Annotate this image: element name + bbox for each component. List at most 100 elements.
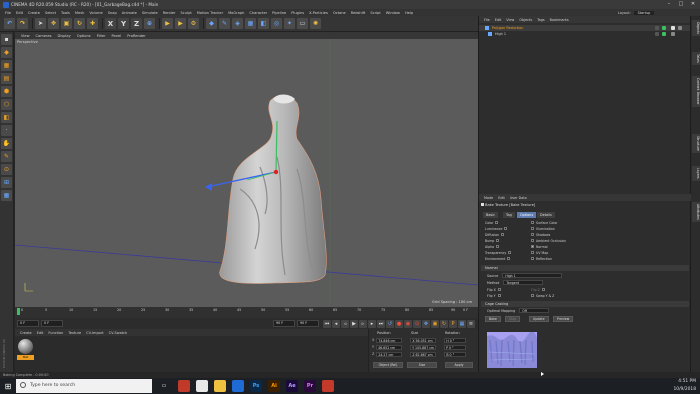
check-reflection[interactable]: Reflection	[531, 256, 552, 261]
om-menu-file[interactable]: File	[484, 18, 490, 22]
menu-mograph[interactable]: MoGraph	[228, 11, 244, 15]
polygons-mode-icon[interactable]: ◧	[1, 112, 12, 123]
render-settings-icon[interactable]: ⚙	[188, 18, 199, 29]
tab-content-browser[interactable]: Content Browser	[692, 76, 700, 107]
texture-mode-icon[interactable]: ▦	[1, 60, 12, 71]
menu-tools[interactable]: Tools	[61, 11, 70, 15]
menu-plugins[interactable]: Plugins	[291, 11, 304, 15]
checkbox[interactable]	[531, 251, 534, 254]
om-menu-objects[interactable]: Objects	[519, 18, 532, 22]
checkbox[interactable]	[508, 251, 512, 254]
normal-map-preview[interactable]	[487, 332, 537, 368]
check-bump[interactable]: Bump	[485, 238, 500, 243]
object-origin-point[interactable]	[273, 169, 279, 175]
rotation-b-field[interactable]: B 0 °	[444, 351, 467, 357]
object-name[interactable]: High 1	[495, 32, 506, 36]
select-arrow-icon[interactable]: ➤	[35, 18, 46, 29]
taskbar-search-input[interactable]: Type here to search	[16, 379, 152, 393]
texture-tag-icon[interactable]	[678, 26, 682, 30]
check-ambient-occlusion[interactable]: Ambient Occlusion	[531, 238, 566, 243]
menu-animate[interactable]: Animate	[122, 11, 137, 15]
goto-end-icon[interactable]: ⏭	[377, 319, 385, 328]
checkbox[interactable]	[531, 239, 534, 242]
material-menu-edit[interactable]: Edit	[37, 331, 44, 335]
om-menu-view[interactable]: View	[506, 18, 514, 22]
move-key-icon[interactable]: ✥	[422, 319, 430, 328]
redo-icon[interactable]: ↷	[17, 18, 28, 29]
om-menu-edit[interactable]: Edit	[495, 18, 502, 22]
make-editable-icon[interactable]: ▪	[1, 34, 12, 45]
coordinate-mode-select[interactable]: Object (Rel)	[373, 362, 403, 368]
next-key-icon[interactable]: ▸	[368, 319, 376, 328]
pen-icon[interactable]: ✎	[219, 18, 230, 29]
minimize-button[interactable]: –	[664, 0, 674, 9]
viewport-menu-prorender[interactable]: ProRender	[127, 34, 146, 38]
menu-x-particles[interactable]: X-Particles	[309, 11, 328, 15]
om-menu-bookmarks[interactable]: Bookmarks	[550, 18, 569, 22]
size-z-field[interactable]: Z 62.667 cm	[410, 351, 437, 357]
preview-end-field[interactable]: 90 F	[273, 320, 295, 327]
check-alpha[interactable]: Alpha	[485, 244, 500, 249]
enable-check-icon[interactable]	[662, 32, 666, 36]
check-surface-color[interactable]: Surface Color	[531, 220, 557, 225]
menu-simulate[interactable]: Simulate	[142, 11, 158, 15]
check-flip-z[interactable]: Flip Z	[531, 287, 545, 292]
enable-check-icon[interactable]	[662, 26, 666, 30]
source-link-field[interactable]: High 1	[502, 273, 563, 278]
taskbar-app-1-icon[interactable]	[178, 380, 190, 392]
goto-start-icon[interactable]: ⏮	[323, 319, 331, 328]
rotation-h-field[interactable]: H 0 °	[444, 337, 467, 343]
timeline-ruler[interactable]: 0 5 10 15 20 25 30 35 40 45 50 55 60 65 …	[15, 307, 478, 318]
material-menu-texture[interactable]: Texture	[68, 331, 81, 335]
undo-icon[interactable]: ↶	[4, 18, 15, 29]
attr-menu-edit[interactable]: Edit	[498, 196, 505, 200]
viewport-menu-options[interactable]: Options	[77, 34, 91, 38]
checkbox[interactable]	[496, 245, 500, 248]
edges-mode-icon[interactable]: ⬡	[1, 99, 12, 110]
check-shadows[interactable]: Shadows	[531, 232, 550, 237]
tab-tag[interactable]: Tag	[503, 212, 515, 218]
check-swap-yz[interactable]: Swap Y & Z	[531, 293, 554, 298]
premiere-icon[interactable]: Pr	[304, 380, 316, 392]
viewport-menu-display[interactable]: Display	[58, 34, 71, 38]
checkbox-checked[interactable]	[531, 245, 534, 248]
attr-menu-user-data[interactable]: User Data	[510, 196, 527, 200]
after-effects-icon[interactable]: Ae	[286, 380, 298, 392]
menu-mesh[interactable]: Mesh	[75, 11, 84, 15]
pla-key-icon[interactable]: ▦	[458, 319, 466, 328]
check-luminance[interactable]: Luminance	[485, 226, 508, 231]
material-menu-function[interactable]: Function	[48, 331, 63, 335]
prev-frame-icon[interactable]: ◃	[341, 319, 349, 328]
model-mode-icon[interactable]: ◆	[1, 47, 12, 58]
optimal-mapping-select[interactable]: Off	[519, 308, 550, 313]
menu-octane[interactable]: Octane	[333, 11, 346, 15]
check-diffusion[interactable]: Diffusion	[485, 232, 505, 237]
tab-takes[interactable]: Takes	[692, 52, 700, 65]
rotation-p-field[interactable]: P 0 °	[444, 344, 467, 350]
bake-button[interactable]: Bake	[485, 316, 501, 322]
checkbox[interactable]	[531, 257, 534, 260]
menu-snap[interactable]: Snap	[108, 11, 117, 15]
update-button[interactable]: Update	[529, 316, 549, 322]
visibility-dot[interactable]	[655, 26, 659, 30]
keyframe-selection-icon[interactable]: ⊙	[413, 319, 421, 328]
method-select[interactable]: Tangent	[503, 280, 544, 285]
start-frame-field[interactable]: 0 F	[17, 320, 39, 327]
timeline-menu-icon[interactable]: ≡	[467, 319, 475, 328]
scale-key-icon[interactable]: ▣	[431, 319, 439, 328]
tab-attributes[interactable]: Attributes	[692, 202, 700, 222]
checkbox[interactable]	[541, 288, 545, 291]
record-keys-icon[interactable]: ●	[395, 319, 403, 328]
check-uv-map[interactable]: UV Map	[531, 250, 548, 255]
cage-casting-section[interactable]: Cage Casting	[481, 301, 689, 307]
tab-layers[interactable]: Layers	[692, 166, 700, 181]
menu-pipeline[interactable]: Pipeline	[272, 11, 286, 15]
cube-icon[interactable]: ◆	[206, 18, 217, 29]
om-menu-tags[interactable]: Tags	[537, 18, 545, 22]
size-y-field[interactable]: Y 105.887 cm	[410, 344, 437, 350]
x-axis-arrow-icon[interactable]	[205, 183, 212, 191]
powerpoint-icon[interactable]	[322, 380, 334, 392]
workplane-icon[interactable]: ▤	[1, 73, 12, 84]
tab-basic[interactable]: Basic	[483, 212, 498, 218]
checkbox[interactable]	[504, 227, 508, 230]
